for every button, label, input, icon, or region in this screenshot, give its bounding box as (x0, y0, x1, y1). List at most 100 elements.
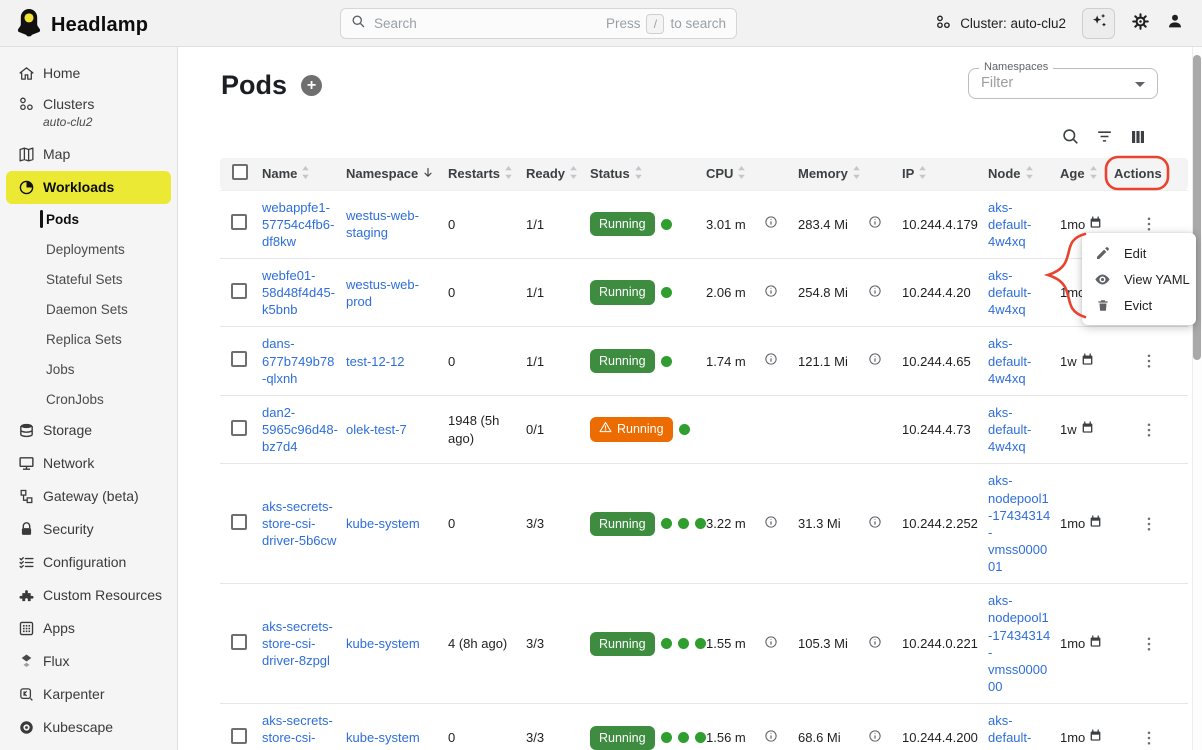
column-header-status[interactable]: Status (586, 158, 702, 190)
row-checkbox[interactable] (231, 728, 247, 744)
sidebar-item-configuration[interactable]: Configuration (0, 546, 177, 579)
namespace-link[interactable]: westus-web-prod (346, 277, 419, 309)
sidebar-item-kubescape[interactable]: Kubescape (0, 711, 177, 744)
column-header-memory[interactable]: Memory (794, 158, 898, 190)
info-icon[interactable] (868, 215, 882, 233)
row-actions-button[interactable] (1114, 635, 1184, 653)
column-header-namespace[interactable]: Namespace (342, 158, 444, 190)
sidebar-item-home[interactable]: Home (0, 57, 177, 90)
memory-value: 31.3 Mi (798, 515, 841, 532)
namespace-link[interactable]: kube-system (346, 516, 420, 531)
global-search-input[interactable]: Search Press / to search (340, 8, 737, 39)
pod-name-link[interactable]: aks-secrets-store-csi-driver-5b6cw (262, 499, 336, 548)
select-all-checkbox[interactable] (232, 164, 248, 180)
row-checkbox[interactable] (231, 214, 247, 230)
row-checkbox[interactable] (231, 283, 247, 299)
sidebar-item-gateway-beta[interactable]: Gateway (beta) (0, 480, 177, 513)
node-link[interactable]: aks-default-4w4xq (988, 268, 1031, 317)
sidebar-item-map[interactable]: Map (0, 138, 177, 171)
menu-item-view-yaml[interactable]: View YAML (1082, 266, 1196, 292)
age-cell: 1mo (1056, 584, 1110, 704)
sidebar-item-storage[interactable]: Storage (0, 414, 177, 447)
sidebar-item-replica-sets[interactable]: Replica Sets (0, 324, 177, 354)
pod-name-link[interactable]: aks-secrets-store-csi-driver-rh269 (262, 713, 333, 750)
info-icon[interactable] (868, 515, 882, 533)
info-icon[interactable] (868, 284, 882, 302)
info-icon[interactable] (764, 352, 778, 370)
sidebar-item-clusters[interactable]: Clustersauto-clu2 (0, 90, 177, 138)
namespace-link[interactable]: olek-test-7 (346, 422, 407, 437)
info-icon[interactable] (764, 284, 778, 302)
info-icon[interactable] (868, 352, 882, 370)
menu-item-evict[interactable]: Evict (1082, 292, 1196, 318)
column-header-ip[interactable]: IP (898, 158, 984, 190)
sidebar-item-daemon-sets[interactable]: Daemon Sets (0, 294, 177, 324)
sidebar-item-karpenter[interactable]: Karpenter (0, 678, 177, 711)
column-header-age[interactable]: Age (1056, 158, 1110, 190)
info-icon[interactable] (764, 635, 778, 653)
row-actions-button[interactable] (1114, 421, 1184, 439)
create-pod-button[interactable]: + (301, 75, 322, 96)
sidebar-item-flux[interactable]: Flux (0, 645, 177, 678)
row-checkbox[interactable] (231, 420, 247, 436)
node-link[interactable]: aks-default-4w4xq (988, 713, 1031, 750)
row-actions-button[interactable] (1114, 352, 1184, 370)
sidebar-item-security[interactable]: Security (0, 513, 177, 546)
namespaces-filter-select[interactable]: Namespaces Filter (968, 68, 1158, 99)
node-link[interactable]: aks-nodepool1-17434314-vmss000000 (988, 593, 1050, 694)
column-header-ready[interactable]: Ready (522, 158, 586, 190)
column-header-node[interactable]: Node (984, 158, 1056, 190)
calendar-icon (1081, 421, 1094, 438)
ai-assistant-button[interactable] (1082, 8, 1115, 39)
node-link[interactable]: aks-default-4w4xq (988, 200, 1031, 249)
info-icon[interactable] (868, 729, 882, 747)
app-brand[interactable]: Headlamp (16, 8, 148, 42)
namespace-link[interactable]: westus-web-staging (346, 208, 419, 240)
column-header-restarts[interactable]: Restarts (444, 158, 522, 190)
node-link[interactable]: aks-default-4w4xq (988, 405, 1031, 454)
sort-updown-icon (1025, 166, 1034, 182)
sidebar-item-cronjobs[interactable]: CronJobs (0, 384, 177, 414)
column-header-actions[interactable]: Actions (1110, 158, 1188, 190)
cluster-chooser-button[interactable]: Cluster: auto-clu2 (935, 14, 1066, 34)
sidebar-item-network[interactable]: Network (0, 447, 177, 480)
row-checkbox[interactable] (231, 514, 247, 530)
pod-name-link[interactable]: webfe01-58d48f4d45-k5bnb (262, 268, 335, 317)
info-icon[interactable] (764, 515, 778, 533)
sidebar-item-custom-resources[interactable]: Custom Resources (0, 579, 177, 612)
user-menu-button[interactable] (1166, 12, 1184, 35)
pod-name-link[interactable]: webappfe1-57754c4fb6-df8kw (262, 200, 334, 249)
node-link[interactable]: aks-default-4w4xq (988, 336, 1031, 385)
info-icon[interactable] (868, 635, 882, 653)
sidebar-item-jobs[interactable]: Jobs (0, 354, 177, 384)
sidebar-item-apps[interactable]: Apps (0, 612, 177, 645)
settings-button[interactable] (1131, 12, 1150, 36)
table-columns-button[interactable] (1129, 128, 1147, 146)
sidebar-item-deployments[interactable]: Deployments (0, 234, 177, 264)
sidebar-item-workloads[interactable]: Workloads (6, 171, 171, 204)
memory-cell (794, 395, 898, 463)
sidebar-item-pods[interactable]: Pods (0, 204, 177, 234)
column-header-name[interactable]: Name (258, 158, 342, 190)
namespace-link[interactable]: kube-system (346, 730, 420, 745)
menu-item-edit[interactable]: Edit (1082, 240, 1196, 266)
sidebar: HomeClustersauto-clu2MapWorkloadsPodsDep… (0, 47, 178, 750)
namespace-link[interactable]: kube-system (346, 636, 420, 651)
row-actions-button[interactable] (1114, 729, 1184, 747)
row-actions-button[interactable] (1114, 215, 1184, 233)
table-search-button[interactable] (1061, 127, 1080, 146)
namespace-link[interactable]: test-12-12 (346, 354, 405, 369)
info-icon[interactable] (764, 215, 778, 233)
node-link[interactable]: aks-nodepool1-17434314-vmss000001 (988, 473, 1050, 574)
row-checkbox[interactable] (231, 351, 247, 367)
sidebar-item-label: Jobs (46, 362, 75, 377)
pod-name-link[interactable]: dan2-5965c96d48-bz7d4 (262, 405, 338, 454)
row-checkbox[interactable] (231, 634, 247, 650)
sidebar-item-stateful-sets[interactable]: Stateful Sets (0, 264, 177, 294)
pod-name-link[interactable]: aks-secrets-store-csi-driver-8zpgl (262, 619, 333, 668)
pod-name-link[interactable]: dans-677b749b78-qlxnh (262, 336, 334, 385)
info-icon[interactable] (764, 729, 778, 747)
table-filter-button[interactable] (1095, 127, 1114, 146)
column-header-cpu[interactable]: CPU (702, 158, 794, 190)
row-actions-button[interactable] (1114, 515, 1184, 533)
